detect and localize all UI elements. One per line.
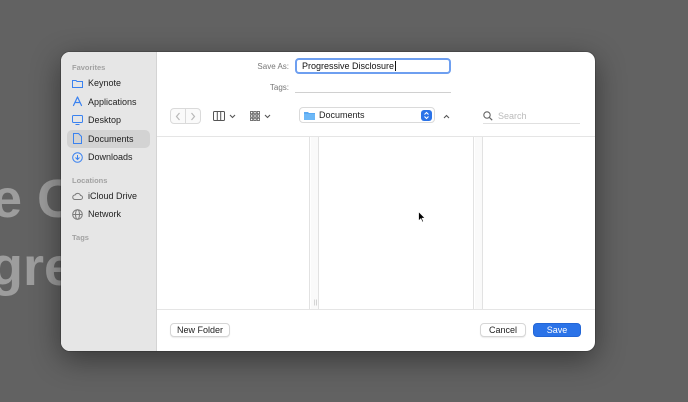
sidebar-item-label: Keynote [88,78,122,89]
sidebar-item-label: Applications [88,96,137,107]
back-forward-buttons [170,108,201,124]
cloud-icon [72,190,83,201]
forward-button[interactable] [185,109,200,123]
folder-icon [72,78,83,89]
collapse-button[interactable] [439,108,453,124]
back-button[interactable] [171,109,185,123]
sidebar-item-network[interactable]: Network [67,205,150,224]
globe-icon [72,208,83,220]
sidebar-item-keynote[interactable]: Keynote [67,74,150,93]
document-icon [72,133,83,145]
text-caret [395,61,397,71]
view-mode-button[interactable] [209,108,239,124]
sidebar-item-applications[interactable]: Applications [67,93,150,112]
search-field[interactable]: Search [483,108,580,124]
location-popup[interactable]: Documents [299,107,435,123]
sidebar-header-favorites: Favorites [72,63,106,72]
save-as-label: Save As: [257,61,289,71]
sidebar-header-tags: Tags [72,232,89,242]
sidebar-item-label: Network [88,209,122,220]
toolbar: Documents Search [157,104,595,128]
sidebar: Favorites Keynote Applications Desktop D… [61,52,157,351]
resize-grip-icon[interactable]: || [314,300,317,306]
save-as-row: Save As: Progressive Disclosure [253,58,451,74]
location-label: Documents [319,110,365,120]
tags-row: Tags: [253,81,451,93]
sidebar-item-downloads[interactable]: Downloads [67,148,150,167]
tags-input[interactable] [295,81,451,93]
chevron-up-icon [443,114,449,118]
tags-label: Tags: [269,82,289,92]
sidebar-item-label: Downloads [88,152,133,163]
cancel-button[interactable]: Cancel [480,323,526,337]
sidebar-item-desktop[interactable]: Desktop [67,111,150,130]
updown-chevron-icon [421,109,432,121]
group-by-button[interactable] [247,108,273,124]
download-icon [72,151,83,163]
column-resizer[interactable] [475,137,483,309]
chevron-down-icon [264,114,270,118]
save-as-value: Progressive Disclosure [302,61,395,71]
new-folder-button[interactable]: New Folder [170,323,230,337]
mouse-pointer-icon [418,211,426,223]
save-as-input[interactable]: Progressive Disclosure [295,58,451,74]
folder-icon [304,111,315,120]
desktop-icon [72,115,83,126]
sidebar-item-label: Desktop [88,115,122,126]
chevron-left-icon [175,112,181,120]
main-panel: Save As: Progressive Disclosure Tags: Do… [157,52,595,351]
sidebar-header-locations: Locations [72,175,108,185]
search-icon [483,110,493,121]
chevron-right-icon [191,112,196,120]
search-placeholder: Search [498,110,527,121]
browser-column[interactable] [320,137,474,309]
sidebar-item-label: Documents [88,133,134,144]
applications-icon [72,96,83,107]
save-dialog: Favorites Keynote Applications Desktop D… [61,52,595,351]
chevron-down-icon [229,114,235,118]
column-resizer[interactable] [311,137,319,309]
sidebar-item-documents[interactable]: Documents [67,129,150,148]
grid-icon [249,111,260,121]
browser-column[interactable] [157,137,310,309]
save-button[interactable]: Save [533,323,581,337]
columns-view-icon [212,111,225,121]
sidebar-item-label: iCloud Drive [88,190,138,201]
file-browser: || [157,136,595,310]
sidebar-item-icloud-drive[interactable]: iCloud Drive [67,187,150,206]
